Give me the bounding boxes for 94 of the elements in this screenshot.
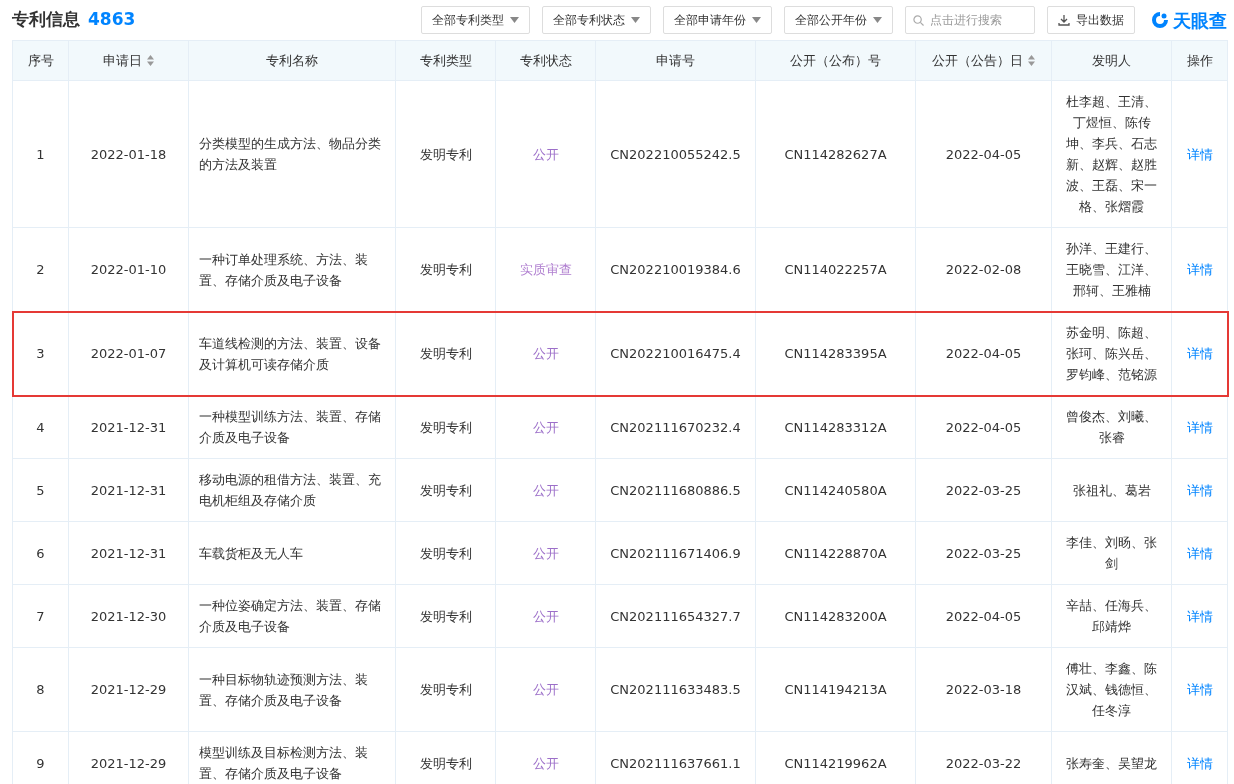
patent-type: 发明专利 [395,458,496,522]
application-date: 2021-12-29 [68,647,189,732]
details-link[interactable]: 详情 [1186,682,1213,697]
details-link[interactable]: 详情 [1186,146,1213,162]
column-header[interactable]: 申请日 [103,52,142,68]
column-header: 专利类型 [419,52,472,68]
inventors: 曾俊杰、刘曦、张睿 [1051,395,1172,459]
row-number: 2 [12,227,69,312]
filter-dropdown[interactable]: 全部申请年份 [663,6,772,34]
caret-icon [752,17,761,23]
publication-number: CN114228870A [755,521,916,585]
column-header: 公开（公布）号 [790,52,881,68]
inventors: 杜李超、王清、丁煜恒、陈传坤、李兵、石志新、赵辉、赵胜波、王磊、宋一格、张熠霞 [1051,80,1172,228]
logo-text: 天眼查 [1173,8,1227,33]
patent-status: 实质审查 [519,262,572,277]
caret-icon [631,17,640,23]
inventors: 张祖礼、葛岩 [1051,458,1172,522]
column-header: 操作 [1186,52,1213,68]
patent-status: 公开 [532,682,559,697]
application-number: CN202111633483.5 [595,647,756,732]
application-date: 2021-12-30 [68,584,189,648]
publication-date: 2022-03-18 [915,647,1052,732]
application-number: CN202111680886.5 [595,458,756,522]
patent-name: 一种模型训练方法、装置、存储介质及电子设备 [188,395,396,459]
caret-icon [873,17,882,23]
application-date: 2022-01-18 [68,80,189,228]
patent-name: 一种位姿确定方法、装置、存储介质及电子设备 [188,584,396,648]
publication-date: 2022-03-25 [915,521,1052,585]
search-field[interactable]: 点击进行搜索 [905,6,1035,34]
application-number: CN202111671406.9 [595,521,756,585]
column-header: 专利状态 [519,52,572,68]
details-link[interactable]: 详情 [1186,262,1213,277]
patent-status: 公开 [532,755,559,771]
publication-number: CN114194213A [755,647,916,732]
row-number: 4 [12,395,69,459]
logo-icon [1151,11,1169,29]
patent-name: 分类模型的生成方法、物品分类的方法及装置 [188,80,396,228]
row-number: 6 [12,521,69,585]
details-link[interactable]: 详情 [1186,346,1213,361]
patent-type: 发明专利 [395,647,496,732]
filter-dropdown[interactable]: 全部公开年份 [784,6,893,34]
application-number: CN202111654327.7 [595,584,756,648]
patent-type: 发明专利 [395,80,496,228]
application-number: CN202210055242.5 [595,80,756,228]
details-link[interactable]: 详情 [1186,482,1213,498]
row-number: 9 [12,731,69,784]
patent-type: 发明专利 [395,395,496,459]
application-number: CN202111670232.4 [595,395,756,459]
row-number: 5 [12,458,69,522]
result-count: 4863 [88,8,136,32]
column-header: 申请号 [656,52,695,68]
patent-status: 公开 [532,146,559,162]
publication-number: CN114282627A [755,80,916,228]
export-button[interactable]: 导出数据 [1047,6,1135,34]
publication-date: 2022-04-05 [915,395,1052,459]
patent-status: 公开 [532,545,559,561]
patent-type: 发明专利 [395,584,496,648]
application-date: 2021-12-31 [68,458,189,522]
filter-dropdown[interactable]: 全部专利状态 [542,6,651,34]
application-date: 2021-12-31 [68,395,189,459]
patent-status: 公开 [532,482,559,498]
section-title: 专利信息 [12,8,80,32]
patent-status: 公开 [532,608,559,624]
inventors: 傅壮、李鑫、陈汉斌、钱德恒、任冬淳 [1051,647,1172,732]
caret-icon [510,17,519,23]
details-link[interactable]: 详情 [1186,755,1213,771]
details-link[interactable]: 详情 [1186,608,1213,624]
inventors: 李佳、刘旸、张剑 [1051,521,1172,585]
patent-name: 一种目标物轨迹预测方法、装置、存储介质及电子设备 [188,647,396,732]
publication-number: CN114283312A [755,395,916,459]
publication-date: 2022-04-05 [915,584,1052,648]
patent-status: 公开 [532,419,559,435]
application-date: 2021-12-31 [68,521,189,585]
filter-dropdown[interactable]: 全部专利类型 [421,6,530,34]
publication-number: CN114283200A [755,584,916,648]
patent-type: 发明专利 [395,521,496,585]
sort-icon[interactable] [1028,54,1035,66]
publication-date: 2022-04-05 [915,80,1052,228]
inventors: 辛喆、任海兵、邱靖烨 [1051,584,1172,648]
row-number: 8 [12,647,69,732]
download-icon [1058,14,1070,26]
column-header: 发明人 [1092,52,1131,68]
sort-icon[interactable] [147,54,154,66]
publication-number: CN114240580A [755,458,916,522]
publication-date: 2022-03-25 [915,458,1052,522]
row-number: 1 [12,80,69,228]
patent-name: 移动电源的租借方法、装置、充电机柜组及存储介质 [188,458,396,522]
patent-status: 公开 [532,346,559,361]
details-link[interactable]: 详情 [1186,545,1213,561]
row-number: 7 [12,584,69,648]
patent-name: 车载货柜及无人车 [188,521,396,585]
column-header: 专利名称 [266,52,318,68]
column-header: 序号 [27,52,54,68]
details-link[interactable]: 详情 [1186,419,1213,435]
